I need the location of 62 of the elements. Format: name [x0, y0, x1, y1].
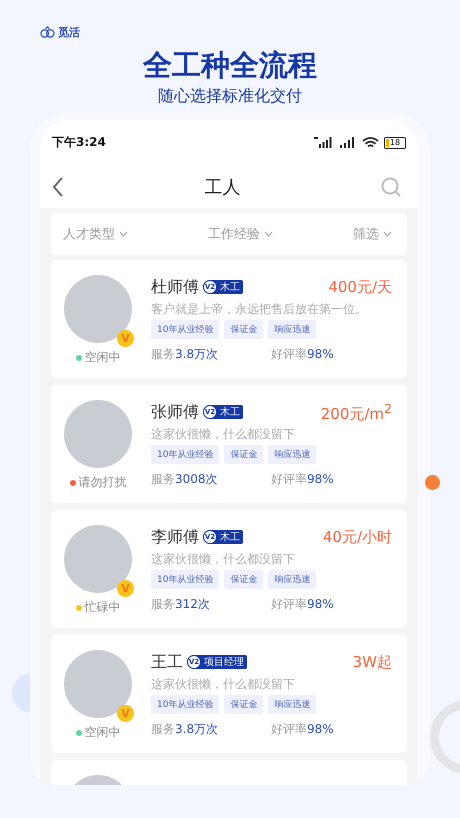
stat-value: 98%: [307, 722, 334, 736]
stat-label: 服务: [151, 597, 175, 611]
status-time: 下午3:24: [52, 134, 106, 151]
headline: 全工种全流程: [142, 48, 318, 82]
stat-label: 好评率: [271, 722, 307, 736]
status-text: 空闲中: [84, 724, 120, 741]
stat-label: 服务: [151, 472, 175, 486]
price: 3W起: [352, 652, 392, 672]
wifi-icon: [362, 136, 379, 148]
stat-label: 好评率: [271, 597, 307, 611]
stat-label: 好评率: [271, 472, 307, 486]
stat-value: 98%: [307, 597, 334, 611]
battery-icon: 18: [384, 136, 406, 148]
dot-decoration: [425, 475, 440, 490]
stat-label: 服务: [151, 722, 175, 736]
tag: 保证金: [224, 695, 264, 714]
status-text: 空闲中: [84, 349, 120, 366]
tag: 响应迅速: [268, 695, 316, 714]
motto-text: 这家伙很懒，什么都没留下: [151, 551, 296, 568]
stat-value: 3.8万次: [175, 347, 218, 361]
worker-name: 李师傅: [151, 526, 199, 548]
stat-value: 3008次: [175, 472, 218, 486]
tag: 保证金: [224, 570, 264, 589]
motto-text: 客户就是上帝，永远把售后放在第一位。: [151, 301, 368, 318]
worker-name: 王工: [151, 652, 183, 672]
stat-value: 98%: [307, 347, 334, 361]
stat-value: 3.8万次: [175, 722, 218, 736]
motto-text: 这家伙很懒，什么都没留下: [151, 426, 296, 443]
tag: 保证金: [224, 320, 264, 339]
worker-name: 张师傅: [151, 402, 199, 422]
tag: 10年从业经验: [151, 695, 220, 714]
status-text: 忙碌中: [84, 599, 120, 616]
price: 200元/m$^{2}$: [320, 400, 392, 424]
vip-badge: V: [117, 705, 134, 722]
status-text: 请勿打扰: [78, 474, 126, 491]
tag: 响应迅速: [268, 445, 316, 464]
search-icon[interactable]: [381, 176, 401, 196]
tag: 10年从业经验: [151, 570, 220, 589]
price: 400元/天: [328, 278, 392, 296]
motto-text: 这家伙很懒，什么都没留下: [151, 676, 296, 693]
worker-name: 杜师傅: [151, 276, 199, 298]
tag: 响应迅速: [268, 320, 316, 339]
chevron-down-icon: [264, 231, 273, 237]
signal-icon: [339, 137, 357, 148]
stat-label: 好评率: [271, 347, 307, 361]
stat-label: 服务: [151, 347, 175, 361]
tag: 10年从业经验: [151, 445, 220, 464]
stat-value: 312次: [175, 597, 210, 611]
tag: 10年从业经验: [151, 320, 220, 339]
brand-name: 觅活: [58, 24, 80, 40]
stat-value: 98%: [307, 472, 334, 486]
vip-badge: V: [117, 580, 134, 597]
subheadline: 随心选择标准化交付: [157, 86, 303, 106]
signal-icon: [314, 137, 334, 148]
price: 40元/小时: [322, 528, 392, 546]
tag: 保证金: [224, 445, 264, 464]
back-chevron-icon[interactable]: [52, 176, 64, 196]
vip-badge: V: [117, 330, 134, 347]
page-title: 工人: [204, 176, 240, 198]
chevron-down-icon: [383, 231, 392, 237]
tag: 响应迅速: [268, 570, 316, 589]
chevron-down-icon: [119, 231, 128, 237]
